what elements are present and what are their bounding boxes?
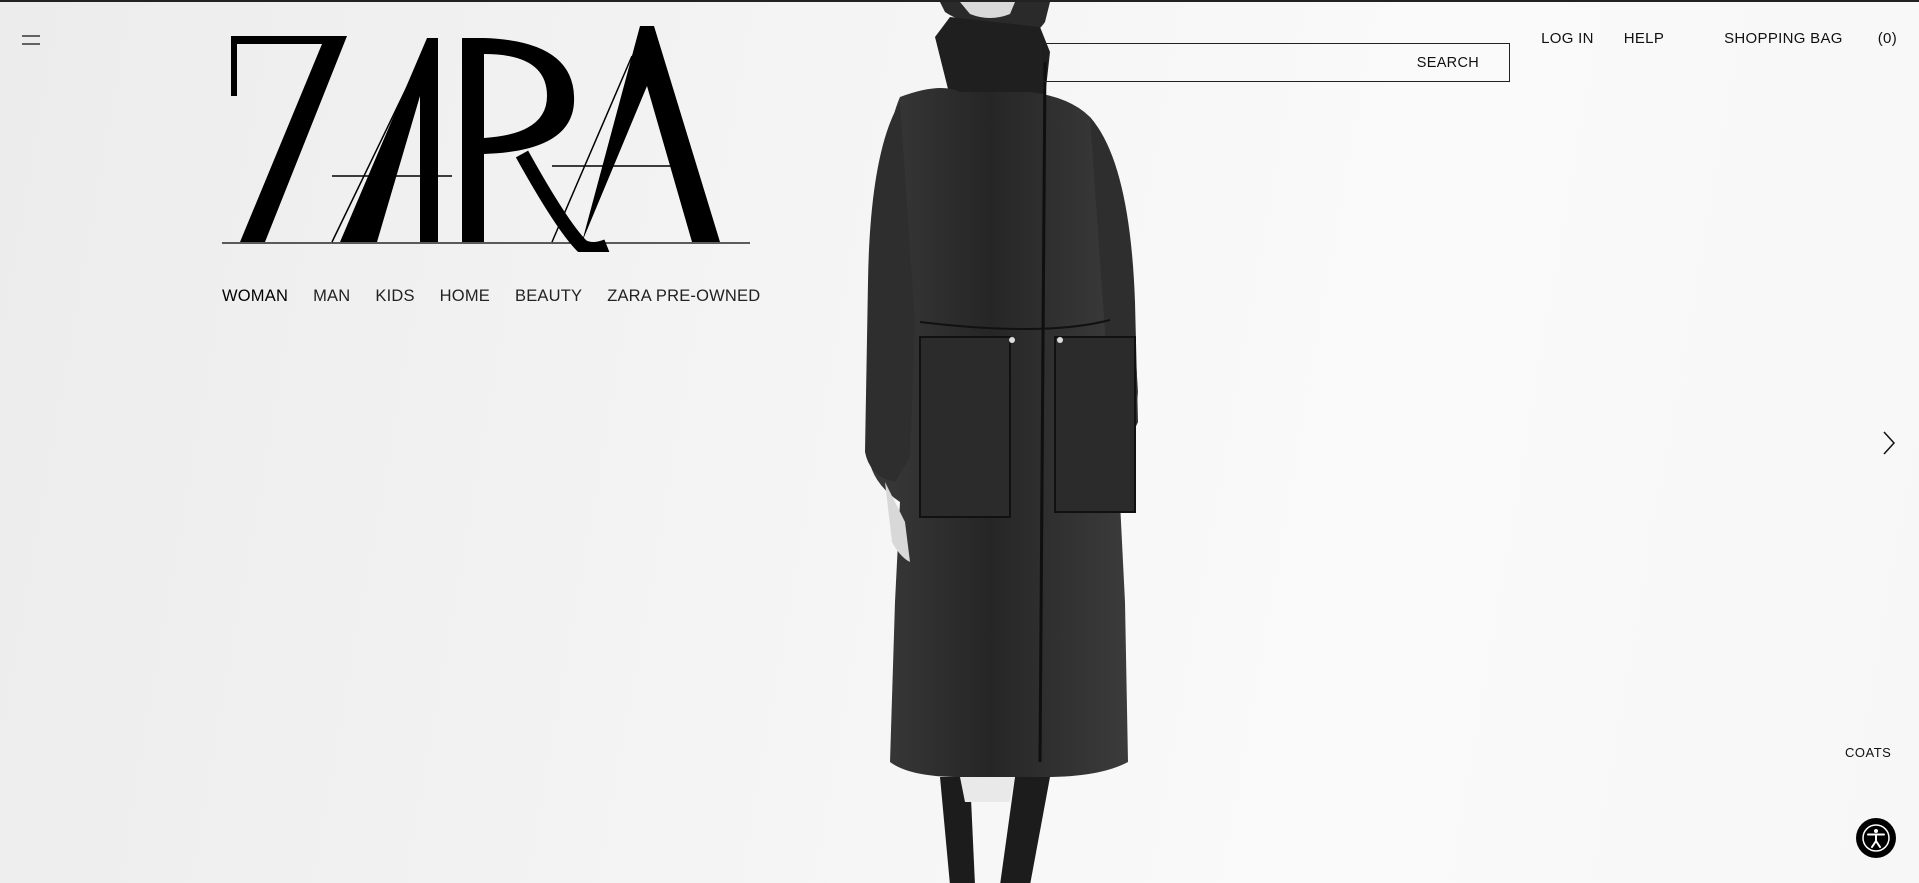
shopping-bag-count: (0) [1877, 30, 1897, 47]
zara-logo[interactable] [222, 26, 750, 252]
nav-item-beauty[interactable]: BEAUTY [515, 287, 582, 306]
hero-image[interactable] [800, 2, 1200, 883]
nav-item-woman[interactable]: WOMAN [222, 287, 288, 306]
accessibility-icon [1862, 824, 1890, 852]
hamburger-menu-icon[interactable] [22, 33, 40, 47]
nav-item-man[interactable]: MAN [313, 287, 350, 306]
nav-item-zara-pre-owned[interactable]: ZARA PRE-OWNED [607, 287, 760, 306]
shopping-bag-label: SHOPPING BAG [1724, 30, 1843, 47]
help-link[interactable]: HELP [1624, 30, 1664, 47]
chevron-right-icon[interactable] [1882, 430, 1896, 456]
nav-item-home[interactable]: HOME [440, 287, 490, 306]
nav-item-kids[interactable]: KIDS [375, 287, 414, 306]
page: WOMAN MAN KIDS HOME BEAUTY ZARA PRE-OWNE… [0, 0, 1919, 883]
shopping-bag-link[interactable]: SHOPPING BAG (0) [1694, 30, 1897, 47]
account-links: LOG IN HELP SHOPPING BAG (0) [1511, 30, 1897, 47]
accessibility-button[interactable] [1856, 818, 1896, 858]
login-link[interactable]: LOG IN [1541, 30, 1594, 47]
search-input[interactable]: SEARCH [1040, 43, 1510, 82]
hero-caption[interactable]: COATS [1845, 745, 1891, 760]
search-label: SEARCH [1416, 54, 1479, 71]
category-nav: WOMAN MAN KIDS HOME BEAUTY ZARA PRE-OWNE… [222, 287, 785, 306]
